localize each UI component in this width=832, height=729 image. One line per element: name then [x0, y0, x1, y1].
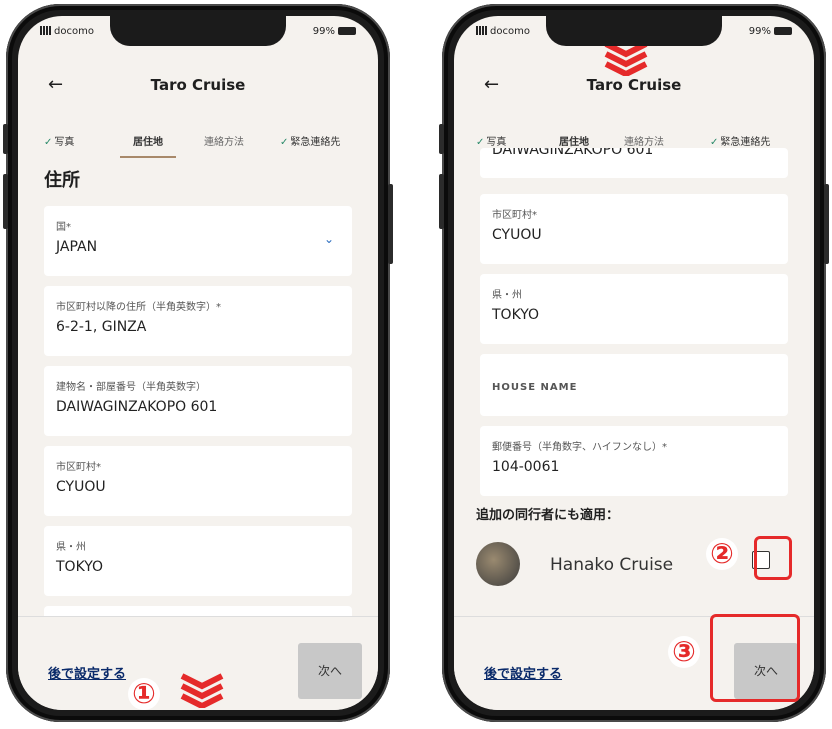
tab-photo[interactable]: ✓ 写真 [44, 130, 74, 156]
check-icon: ✓ [476, 137, 485, 148]
country-select[interactable]: 国* JAPAN ⌄ [44, 206, 352, 276]
notch [546, 16, 722, 46]
field-label: 市区町村* [56, 462, 101, 473]
phone-side-button [3, 124, 8, 154]
signal-icon [40, 26, 51, 35]
tab-emergency-contact[interactable]: ✓ 緊急連絡先 [280, 130, 340, 156]
set-later-link[interactable]: 後で設定する [48, 663, 126, 682]
app-header: ← Taro Cruise [18, 74, 378, 98]
field-label: 郵便番号（半角数字、ハイフンなし）* [492, 442, 667, 453]
phone-side-button [824, 184, 829, 264]
notch [110, 16, 286, 46]
screen-right: docomo 99% ← Taro Cruise ✓ 写真 居住地 連絡方法 ✓ 緊… [454, 16, 814, 710]
check-icon: ✓ [280, 137, 289, 148]
field-value: JAPAN [56, 239, 98, 255]
step-two-marker: ② [706, 538, 738, 570]
prefecture-field[interactable]: 県・州 TOKYO [480, 274, 788, 344]
tab-bar: ✓ 写真 居住地 連絡方法 ✓ 緊急連絡先 [18, 130, 378, 160]
address-field[interactable]: 市区町村以降の住所（半角英数字）* 6-2-1, GINZA [44, 286, 352, 356]
companion-name: Hanako Cruise [550, 555, 674, 575]
field-value: DAIWAGINZAKOPO 601 [492, 148, 654, 158]
city-field[interactable]: 市区町村* CYUOU [480, 194, 788, 264]
field-value: 104-0061 [492, 459, 560, 475]
tab-contact-method[interactable]: 連絡方法 [204, 130, 244, 156]
field-value: DAIWAGINZAKOPO 601 [56, 399, 218, 415]
phone-left: docomo 99% ← Taro Cruise ✓ 写真 居住地 連絡方法 ✓ 緊… [3, 4, 393, 722]
city-field[interactable]: 市区町村* CYUOU [44, 446, 352, 516]
field-label: 市区町村以降の住所（半角英数字）* [56, 302, 221, 313]
field-value: 6-2-1, GINZA [56, 319, 147, 335]
field-placeholder: HOUSE NAME [492, 382, 578, 393]
field-value: CYUOU [492, 227, 542, 243]
step-one-marker: ① [128, 678, 160, 710]
screen-left: docomo 99% ← Taro Cruise ✓ 写真 居住地 連絡方法 ✓ 緊… [18, 16, 378, 710]
battery-icon [774, 27, 792, 35]
set-later-link[interactable]: 後で設定する [484, 663, 562, 682]
page-title: Taro Cruise [586, 76, 682, 94]
field-label: 建物名・部屋番号（半角英数字） [56, 382, 206, 393]
checkbox-highlight [754, 536, 792, 580]
building-field-partial[interactable]: DAIWAGINZAKOPO 601 [480, 148, 788, 178]
check-icon: ✓ [44, 137, 53, 148]
postal-code-field[interactable]: 郵便番号（半角数字、ハイフンなし）* 104-0061 [480, 426, 788, 496]
scroll-down-chevrons-icon [180, 673, 224, 708]
next-button[interactable]: 次へ [298, 643, 362, 699]
field-value: TOKYO [56, 559, 104, 575]
carrier-label: docomo [54, 26, 94, 37]
battery-label: 99% [748, 26, 771, 37]
field-label: 県・州 [492, 290, 522, 301]
chevron-down-icon: ⌄ [323, 232, 334, 246]
phone-side-button [3, 174, 8, 229]
battery-label: 99% [312, 26, 335, 37]
field-label: 国* [56, 222, 71, 233]
signal-icon [476, 26, 487, 35]
field-label: 市区町村* [492, 210, 537, 221]
avatar [476, 542, 520, 586]
building-field[interactable]: 建物名・部屋番号（半角英数字） DAIWAGINZAKOPO 601 [44, 366, 352, 436]
prefecture-field[interactable]: 県・州 TOKYO [44, 526, 352, 596]
page-title: Taro Cruise [150, 76, 246, 94]
next-button-highlight [710, 614, 800, 702]
apply-to-companions-label: 追加の同行者にも適用： [476, 508, 620, 523]
field-value: CYUOU [56, 479, 106, 495]
house-name-field[interactable]: HOUSE NAME [480, 354, 788, 416]
step-three-marker: ③ [668, 636, 700, 668]
app-header: ← Taro Cruise [454, 74, 814, 98]
check-icon: ✓ [710, 137, 719, 148]
companion-row: Hanako Cruise [476, 538, 792, 594]
section-title: 住所 [44, 170, 80, 191]
field-value: TOKYO [492, 307, 540, 323]
carrier-label: docomo [490, 26, 530, 37]
phone-side-button [439, 124, 444, 154]
field-label: 県・州 [56, 542, 86, 553]
phone-side-button [388, 184, 393, 264]
battery-icon [338, 27, 356, 35]
tab-residence[interactable]: 居住地 [120, 130, 176, 158]
phone-side-button [439, 174, 444, 229]
